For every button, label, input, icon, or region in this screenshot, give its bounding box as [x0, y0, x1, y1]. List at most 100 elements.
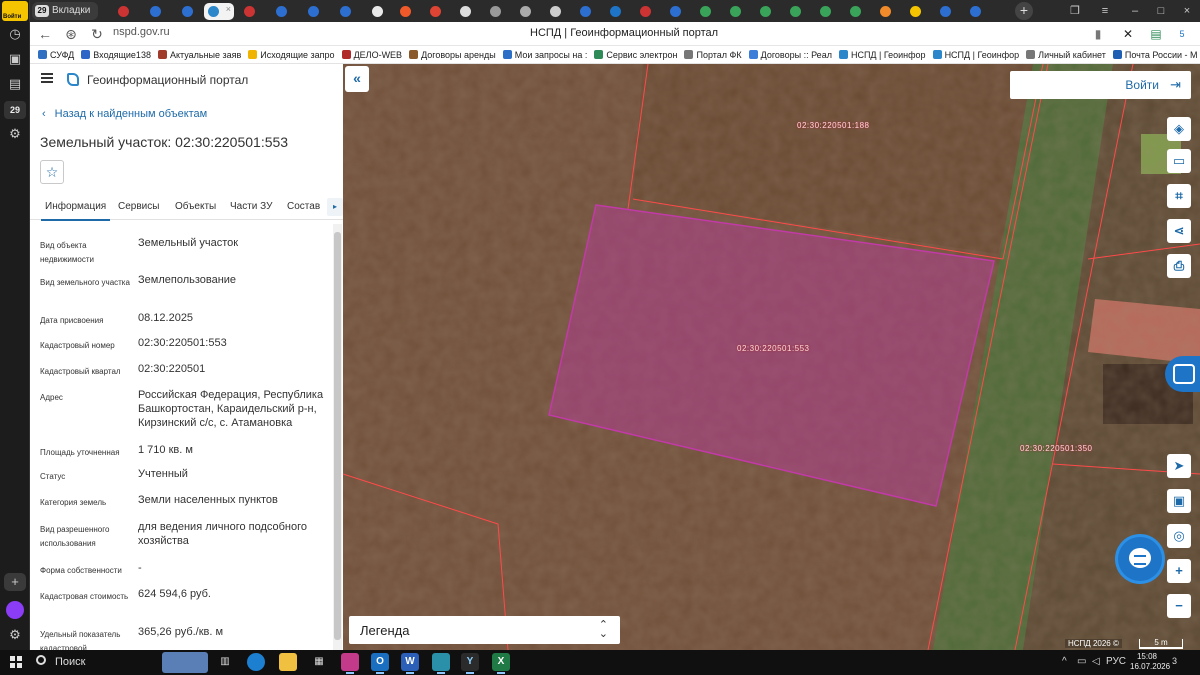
- reload-icon[interactable]: ↻: [88, 25, 106, 43]
- browser-tab[interactable]: [906, 3, 936, 20]
- extension-icon[interactable]: ✕: [1120, 26, 1136, 42]
- browser-tab[interactable]: [456, 3, 486, 20]
- browser-tab-active[interactable]: ×: [204, 3, 234, 20]
- bookmark-manager-icon[interactable]: ❐: [1066, 3, 1084, 19]
- add-panel-button[interactable]: +: [4, 573, 26, 591]
- extension-doc-icon[interactable]: ▤: [1148, 26, 1164, 42]
- browser-tab[interactable]: [486, 3, 516, 20]
- bookmark-item[interactable]: Входящие138: [81, 46, 151, 63]
- menu-hamburger-icon[interactable]: [41, 73, 53, 83]
- settings-icon[interactable]: ⚙: [4, 125, 26, 143]
- bookmark-item[interactable]: СУФД: [38, 46, 74, 63]
- back-arrow-icon[interactable]: ←: [36, 25, 54, 43]
- alice-assistant-icon[interactable]: [6, 601, 24, 619]
- zoom-out-icon[interactable]: −: [1167, 594, 1191, 618]
- panel-scrollbar[interactable]: [333, 224, 342, 650]
- browser-tab[interactable]: [368, 3, 398, 20]
- browser-tab[interactable]: [606, 3, 636, 20]
- browser-tab[interactable]: [516, 3, 546, 20]
- browser-tab[interactable]: [546, 3, 576, 20]
- zoom-in-icon[interactable]: +: [1167, 559, 1191, 583]
- menu-icon[interactable]: ≡: [1096, 3, 1114, 19]
- language-indicator[interactable]: РУС: [1106, 656, 1126, 667]
- tab-information[interactable]: Информация: [40, 201, 111, 221]
- bookmark-item[interactable]: Договоры :: Реал: [748, 46, 832, 63]
- browser-tab[interactable]: [936, 3, 966, 20]
- geolocation-icon[interactable]: ◎: [1167, 524, 1191, 548]
- bookmark-item[interactable]: Актуальные заяв: [157, 46, 241, 63]
- browser-tab[interactable]: [966, 3, 996, 20]
- bookmark-item[interactable]: Договоры аренды: [409, 46, 496, 63]
- rail-settings-icon[interactable]: ⚙: [4, 626, 26, 644]
- browser-tab[interactable]: [846, 3, 876, 20]
- browser-tab[interactable]: [696, 3, 726, 20]
- search-icon[interactable]: [36, 655, 46, 665]
- search-highlight-image[interactable]: [162, 652, 208, 673]
- browser-tab[interactable]: [426, 3, 456, 20]
- taskbar-search[interactable]: Поиск: [55, 656, 85, 668]
- browser-tab[interactable]: [396, 3, 426, 20]
- collections-icon[interactable]: ▣: [4, 50, 26, 68]
- browser-tab[interactable]: [272, 3, 302, 20]
- bookmark-item[interactable]: НСПД | Геоинфор: [838, 46, 926, 63]
- edge-browser-icon[interactable]: [247, 653, 265, 671]
- scrollbar-thumb[interactable]: [334, 232, 341, 640]
- layers-icon[interactable]: ◈: [1167, 117, 1191, 141]
- extension-badge[interactable]: 5: [1174, 26, 1190, 42]
- task-view-icon[interactable]: ▥: [216, 653, 234, 671]
- map-view[interactable]: 02:30:220501:188 02:30:220501:553 02:30:…: [343, 64, 1200, 650]
- new-tab-button[interactable]: +: [1015, 2, 1033, 20]
- yandex-browser-icon[interactable]: Y: [461, 653, 479, 674]
- browser-tab[interactable]: [114, 3, 144, 20]
- tab-land-parts[interactable]: Части ЗУ: [230, 201, 272, 212]
- basemap-icon[interactable]: ▣: [1167, 489, 1191, 513]
- feedback-widget-button[interactable]: [1165, 356, 1200, 392]
- browser-tab[interactable]: [576, 3, 606, 20]
- notifications-badge[interactable]: 3: [1172, 656, 1177, 666]
- select-area-icon[interactable]: ⌗: [1167, 184, 1191, 208]
- bookmark-item[interactable]: ДЕЛО-WEB: [341, 46, 402, 63]
- tabs-next-arrow-icon[interactable]: ▸: [327, 198, 343, 216]
- bookmark-item[interactable]: Мои запросы на :: [502, 46, 587, 63]
- excel-icon[interactable]: X: [492, 653, 510, 674]
- browser-tab[interactable]: [816, 3, 846, 20]
- print-icon[interactable]: ⎙: [1167, 254, 1191, 278]
- locate-icon[interactable]: ➤: [1167, 454, 1191, 478]
- calendar-app-icon[interactable]: [341, 653, 359, 674]
- store-icon[interactable]: ▦: [310, 653, 328, 671]
- all-tabs-button[interactable]: 29 Вкладки: [32, 2, 98, 20]
- browser-tab[interactable]: [336, 3, 366, 20]
- file-explorer-icon[interactable]: [279, 653, 297, 671]
- yandex-logo-icon[interactable]: Войти: [2, 1, 28, 21]
- login-button[interactable]: Войти ⇥: [1010, 71, 1191, 99]
- history-icon[interactable]: ◷: [4, 25, 26, 43]
- browser-tab[interactable]: [786, 3, 816, 20]
- bookmark-item[interactable]: Исходящие запро: [248, 46, 335, 63]
- maximize-icon[interactable]: □: [1152, 3, 1170, 19]
- tab-services[interactable]: Сервисы: [118, 201, 159, 212]
- favorite-star-button[interactable]: ☆: [40, 160, 64, 184]
- chat-support-button[interactable]: [1118, 537, 1162, 581]
- word-icon[interactable]: W: [401, 653, 419, 674]
- bookmark-icon[interactable]: ▮: [1090, 26, 1106, 42]
- volume-icon[interactable]: ◁: [1092, 656, 1100, 667]
- browser-tab[interactable]: [146, 3, 176, 20]
- tabs-counter-badge[interactable]: 29: [4, 101, 26, 119]
- collapse-panel-button[interactable]: «: [345, 66, 369, 92]
- browser-tab[interactable]: [304, 3, 334, 20]
- url-field[interactable]: nspd.gov.ru: [113, 26, 170, 38]
- legend-dropdown[interactable]: Легенда ⌃ ⌄: [349, 616, 620, 644]
- outlook-icon[interactable]: O: [371, 653, 389, 674]
- windows-start-icon[interactable]: [10, 656, 22, 668]
- bookmark-item[interactable]: Сервис электрон: [594, 46, 677, 63]
- browser-tab[interactable]: [240, 3, 270, 20]
- share-icon[interactable]: ⋖: [1167, 219, 1191, 243]
- bookmark-item[interactable]: Портал ФК: [684, 46, 742, 63]
- browser-tab[interactable]: [756, 3, 786, 20]
- protect-icon[interactable]: ⊛: [62, 25, 80, 43]
- tab-objects[interactable]: Объекты: [175, 201, 216, 212]
- minimize-icon[interactable]: –: [1126, 3, 1144, 19]
- downloads-icon[interactable]: ▤: [4, 75, 26, 93]
- back-to-results-link[interactable]: ‹ Назад к найденным объектам: [42, 108, 207, 120]
- close-window-icon[interactable]: ×: [1178, 3, 1196, 19]
